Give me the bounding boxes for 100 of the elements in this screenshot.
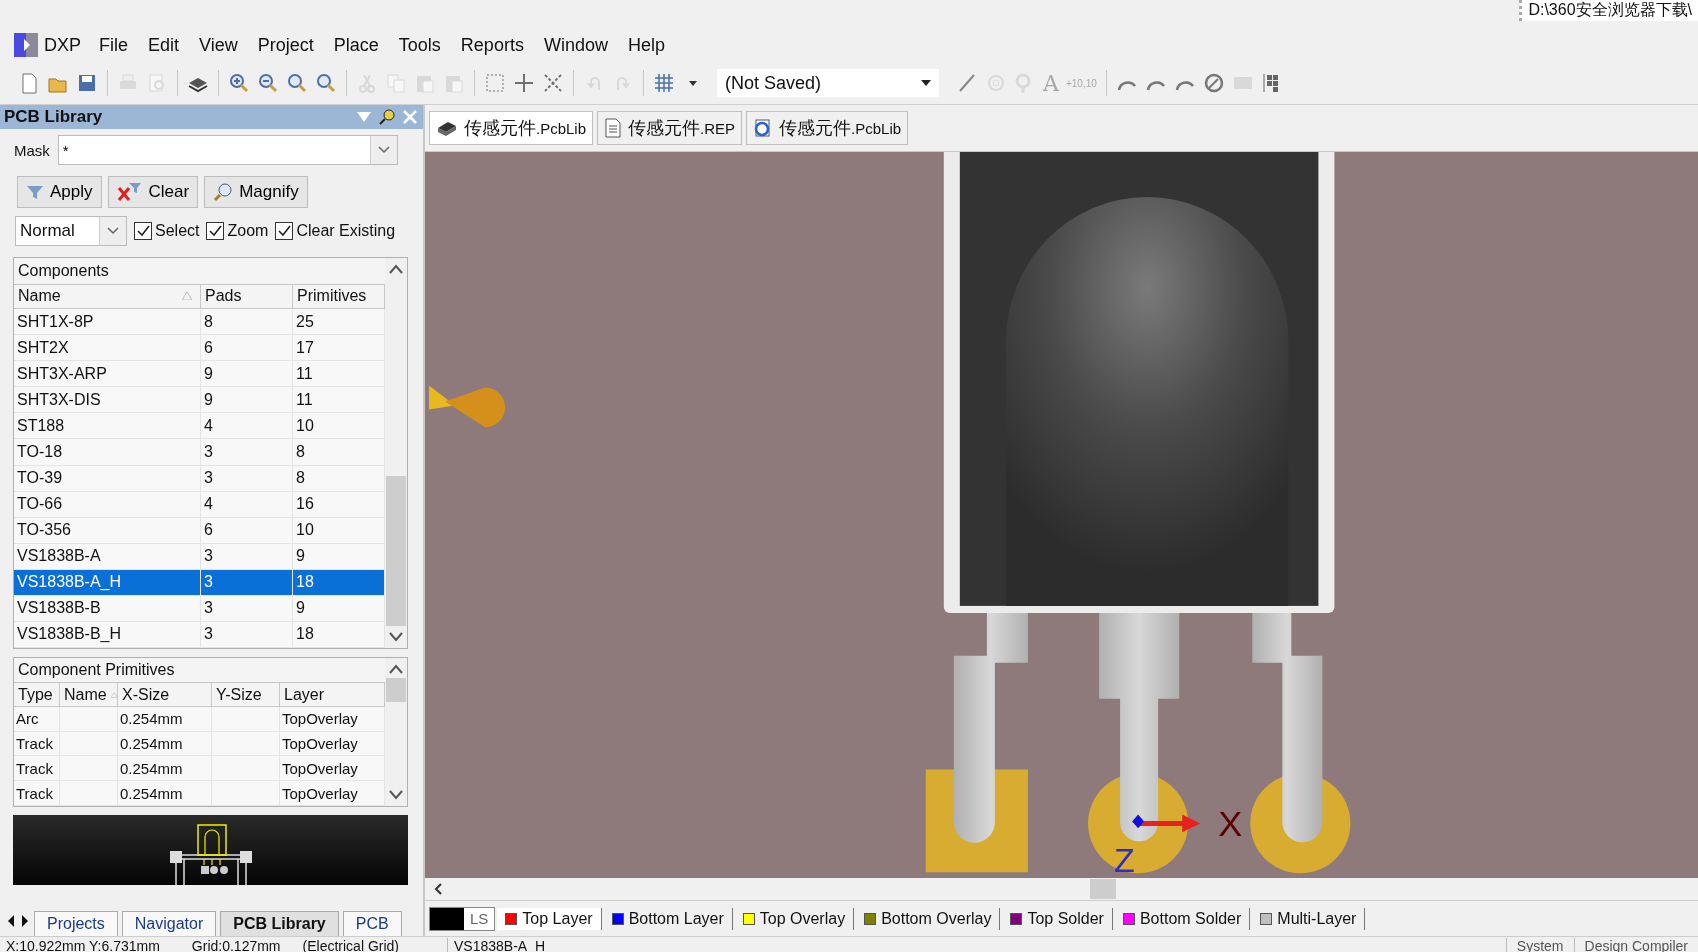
sort-icon bbox=[182, 292, 192, 301]
component-row[interactable]: TO-39 3 8 bbox=[14, 465, 385, 492]
panel-tab[interactable]: Navigator bbox=[121, 911, 217, 936]
menu-item[interactable]: Window bbox=[535, 31, 620, 59]
scroll-up-icon[interactable] bbox=[389, 264, 403, 274]
apply-button[interactable]: Apply bbox=[17, 176, 102, 208]
menu-item[interactable]: Help bbox=[619, 31, 677, 59]
layer-tab[interactable]: Top Layer bbox=[497, 907, 602, 930]
layer-tab[interactable]: Bottom Layer bbox=[603, 907, 733, 930]
layer-tab[interactable]: Bottom Overlay bbox=[856, 907, 1001, 930]
panel-tab[interactable]: PCB bbox=[342, 911, 402, 936]
scrollbar-thumb[interactable] bbox=[386, 678, 406, 702]
component-row[interactable]: VS1838B-B 3 9 bbox=[14, 595, 385, 622]
view-config-dropdown[interactable]: (Not Saved) bbox=[717, 69, 939, 97]
grid-size: Grid:0.127mm bbox=[190, 937, 282, 952]
component-row[interactable]: TO-66 4 16 bbox=[14, 491, 385, 518]
document-tab[interactable]: 传感元件.PcbLib bbox=[429, 110, 594, 145]
scroll-left-icon[interactable] bbox=[6, 914, 16, 928]
document-tab[interactable]: 传感元件.REP bbox=[597, 110, 743, 145]
zoom-area-icon[interactable] bbox=[315, 72, 337, 94]
document-icon bbox=[604, 117, 623, 138]
current-layer-indicator[interactable]: LS bbox=[429, 906, 496, 931]
component-row[interactable]: TO-18 3 8 bbox=[14, 439, 385, 466]
checkbox-label[interactable]: Zoom bbox=[227, 222, 269, 240]
pcb-canvas[interactable]: X Z bbox=[425, 151, 1698, 879]
magnify-button[interactable]: Magnify bbox=[204, 176, 308, 208]
component-row[interactable]: TO-356 6 10 bbox=[14, 517, 385, 544]
mask-field[interactable]: * bbox=[57, 135, 398, 165]
table-cell: 0.254mm bbox=[118, 706, 212, 731]
line-icon[interactable] bbox=[956, 72, 978, 94]
menu-item[interactable]: View bbox=[191, 31, 250, 59]
x-axis-label: X bbox=[1218, 803, 1243, 845]
menu-item[interactable]: Place bbox=[325, 31, 391, 59]
menu-item[interactable]: Reports bbox=[452, 31, 536, 59]
component-row[interactable]: SHT3X-DIS 9 11 bbox=[14, 387, 385, 414]
origin-marker-icon bbox=[1132, 814, 1145, 829]
panel-menu-icon[interactable] bbox=[357, 112, 371, 122]
layer-tab[interactable]: Multi-Layer bbox=[1252, 907, 1366, 930]
panel-title: PCB Library bbox=[4, 107, 103, 127]
scroll-right-icon[interactable] bbox=[20, 914, 30, 928]
checkbox[interactable] bbox=[275, 222, 294, 240]
cursor-position: X:10.922mm Y:6.731mm bbox=[5, 937, 161, 952]
column-header[interactable]: X-Size bbox=[118, 683, 212, 706]
column-header[interactable]: Type bbox=[14, 683, 60, 706]
mode-dropdown[interactable]: Normal bbox=[15, 216, 127, 246]
sort-icon bbox=[110, 690, 117, 699]
grid-icon[interactable] bbox=[653, 72, 675, 94]
move-icon[interactable] bbox=[513, 72, 535, 94]
table-title: Component Primitives bbox=[14, 658, 385, 684]
checkbox[interactable] bbox=[134, 222, 152, 240]
circle-icon[interactable] bbox=[1202, 72, 1225, 94]
magnifier-icon bbox=[213, 182, 234, 202]
checkbox[interactable] bbox=[206, 222, 225, 240]
column-header[interactable]: Name bbox=[14, 284, 201, 309]
layer-tab[interactable]: Bottom Solder bbox=[1114, 907, 1251, 930]
cross-move-icon[interactable] bbox=[542, 72, 564, 94]
component-row[interactable]: VS1838B-A_H 3 18 bbox=[14, 569, 385, 596]
component-row[interactable]: VS1838B-A 3 9 bbox=[14, 543, 385, 570]
component-row[interactable]: VS1838B-B_H 3 18 bbox=[14, 621, 385, 648]
menu-item[interactable]: File bbox=[91, 31, 141, 59]
layer-tab[interactable]: Top Overlay bbox=[734, 907, 855, 930]
close-icon[interactable] bbox=[403, 110, 417, 124]
component-row[interactable]: ST188 4 10 bbox=[14, 413, 385, 440]
scroll-left-icon[interactable] bbox=[433, 883, 443, 896]
zoom-in-icon[interactable] bbox=[228, 72, 250, 94]
scroll-down-icon[interactable] bbox=[389, 790, 403, 800]
cursor-marker-icon bbox=[429, 385, 506, 428]
app-logo-icon[interactable] bbox=[14, 33, 38, 57]
table-cell: 0.254mm bbox=[118, 731, 212, 756]
menu-item[interactable]: Project bbox=[249, 31, 326, 59]
scroll-up-icon[interactable] bbox=[389, 664, 403, 674]
scroll-down-icon[interactable] bbox=[389, 632, 403, 642]
dropdown-button[interactable] bbox=[99, 217, 126, 245]
checkbox-label[interactable]: Clear Existing bbox=[296, 222, 396, 240]
checkbox-label[interactable]: Select bbox=[155, 222, 200, 240]
scrollbar-thumb[interactable] bbox=[386, 476, 406, 626]
scrollbar[interactable] bbox=[385, 258, 407, 648]
table-cell: Track bbox=[14, 781, 60, 806]
save-icon[interactable] bbox=[76, 72, 98, 94]
mask-input[interactable]: * bbox=[58, 136, 347, 164]
table-title: Components bbox=[14, 258, 385, 285]
scrollbar[interactable] bbox=[385, 658, 407, 806]
document-tab[interactable]: 传感元件.PcbLib bbox=[746, 110, 909, 145]
component-row[interactable]: SHT3X-ARP 9 11 bbox=[14, 361, 385, 388]
panel-tab[interactable]: Projects bbox=[34, 911, 118, 936]
dxp-menu[interactable]: DXP bbox=[44, 34, 91, 56]
menu-item[interactable]: Tools bbox=[390, 31, 453, 59]
column-header[interactable]: Y-Size bbox=[212, 683, 280, 706]
dropdown-button[interactable] bbox=[369, 136, 397, 164]
column-header[interactable]: Pads bbox=[201, 284, 293, 309]
layer-tab[interactable]: Top Solder bbox=[1002, 907, 1113, 930]
menu-item[interactable]: Edit bbox=[140, 31, 192, 59]
component-row[interactable]: SHT2X 6 17 bbox=[14, 335, 385, 362]
column-header[interactable]: Name bbox=[60, 683, 118, 706]
zoom-out-icon[interactable] bbox=[257, 72, 279, 94]
panel-tab[interactable]: PCB Library bbox=[220, 911, 339, 936]
scrollbar-thumb[interactable] bbox=[1090, 879, 1116, 900]
zoom-fit-icon[interactable] bbox=[286, 72, 308, 94]
component-row[interactable]: SHT1X-8P 8 25 bbox=[14, 309, 385, 336]
clear-button[interactable]: Clear bbox=[107, 176, 199, 208]
